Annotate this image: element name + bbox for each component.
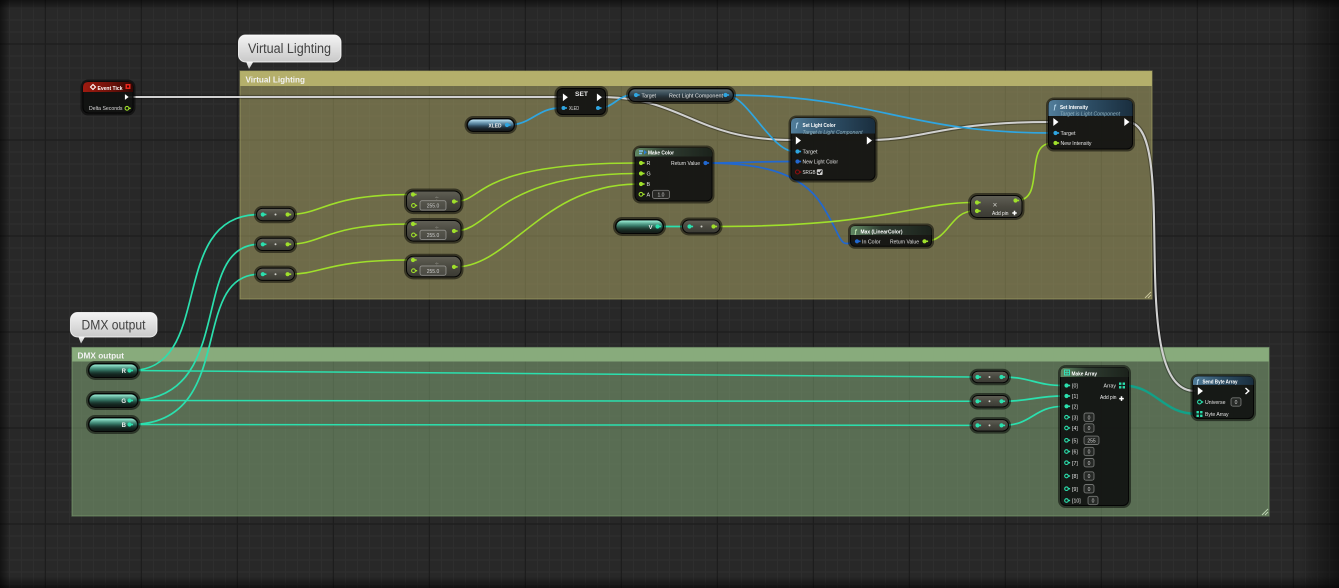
svg-text:[8]: [8]	[1072, 474, 1078, 480]
svg-text:Array: Array	[1104, 384, 1117, 390]
svg-text:R: R	[647, 161, 651, 167]
svg-text:Return Value: Return Value	[890, 239, 919, 245]
svg-text:New Intensity: New Intensity	[1061, 141, 1092, 147]
svg-text:Byte Array: Byte Array	[1205, 412, 1229, 418]
svg-text:DMX output: DMX output	[82, 317, 146, 332]
svg-text:R: R	[122, 369, 127, 375]
svg-text:Target: Target	[1061, 131, 1076, 137]
svg-text:[1]: [1]	[1072, 394, 1078, 400]
svg-text:DMX output: DMX output	[78, 350, 125, 360]
svg-text:Target is Light Component: Target is Light Component	[1060, 112, 1121, 118]
svg-text:Target: Target	[642, 93, 657, 99]
svg-text:New Light Color: New Light Color	[803, 159, 839, 165]
svg-text:Target: Target	[803, 149, 818, 155]
svg-text:255.0: 255.0	[427, 233, 440, 239]
svg-text:Max (LinearColor): Max (LinearColor)	[861, 229, 903, 235]
svg-text:A: A	[647, 192, 651, 198]
svg-text:Virtual Lighting: Virtual Lighting	[246, 74, 306, 84]
svg-text:SRGB: SRGB	[803, 170, 816, 176]
svg-text:XLED: XLED	[569, 106, 579, 112]
svg-text:Make Color: Make Color	[648, 151, 675, 157]
svg-text:0: 0	[1088, 426, 1091, 432]
svg-text:Make Array: Make Array	[1072, 371, 1098, 377]
svg-text:0: 0	[1088, 415, 1091, 421]
svg-text:[3]: [3]	[1072, 415, 1078, 421]
svg-text:B: B	[122, 423, 127, 429]
svg-text:[5]: [5]	[1072, 439, 1078, 445]
svg-text:0: 0	[1092, 499, 1095, 505]
svg-text:Add pin: Add pin	[992, 211, 1009, 217]
svg-text:[10]: [10]	[1072, 499, 1081, 505]
svg-text:[4]: [4]	[1072, 426, 1078, 432]
svg-text:0: 0	[1235, 400, 1238, 406]
svg-text:255.0: 255.0	[427, 204, 440, 210]
svg-text:Event Tick: Event Tick	[98, 86, 124, 92]
svg-text:[0]: [0]	[1072, 384, 1078, 390]
svg-text:G: G	[121, 399, 126, 405]
svg-text:In Color: In Color	[862, 239, 881, 245]
svg-text:Set Intensity: Set Intensity	[1060, 105, 1089, 111]
svg-text:0: 0	[1088, 487, 1091, 493]
svg-text:Delta Seconds: Delta Seconds	[89, 106, 123, 112]
svg-text:[7]: [7]	[1072, 461, 1078, 467]
svg-text:SET: SET	[575, 91, 588, 98]
svg-text:Add pin: Add pin	[1100, 395, 1117, 401]
svg-text:[2]: [2]	[1072, 405, 1078, 411]
svg-text:0: 0	[1088, 461, 1091, 467]
svg-text:G: G	[647, 172, 651, 178]
svg-text:XLED: XLED	[489, 123, 502, 129]
svg-text:Rect Light Component: Rect Light Component	[669, 93, 724, 99]
svg-text:Target is Light Component: Target is Light Component	[803, 130, 864, 136]
svg-text:[6]: [6]	[1072, 450, 1078, 456]
svg-text:0: 0	[1088, 474, 1091, 480]
svg-text:ƒ: ƒ	[1053, 104, 1057, 111]
svg-text:×: ×	[993, 201, 998, 210]
svg-text:255: 255	[1087, 439, 1096, 445]
svg-text:0: 0	[1088, 450, 1091, 456]
svg-text:Virtual Lighting: Virtual Lighting	[248, 41, 331, 56]
svg-text:V: V	[649, 225, 653, 231]
svg-text:B: B	[647, 182, 651, 188]
svg-text:1.0: 1.0	[658, 193, 665, 199]
svg-text:255.0: 255.0	[427, 269, 440, 275]
svg-text:Set Light Color: Set Light Color	[803, 123, 837, 129]
svg-text:ƒ: ƒ	[795, 122, 799, 129]
svg-text:[9]: [9]	[1072, 487, 1078, 493]
svg-text:Universe: Universe	[1205, 400, 1226, 406]
svg-text:Send Byte Array: Send Byte Array	[1203, 379, 1239, 385]
svg-text:Return Value: Return Value	[671, 161, 700, 167]
